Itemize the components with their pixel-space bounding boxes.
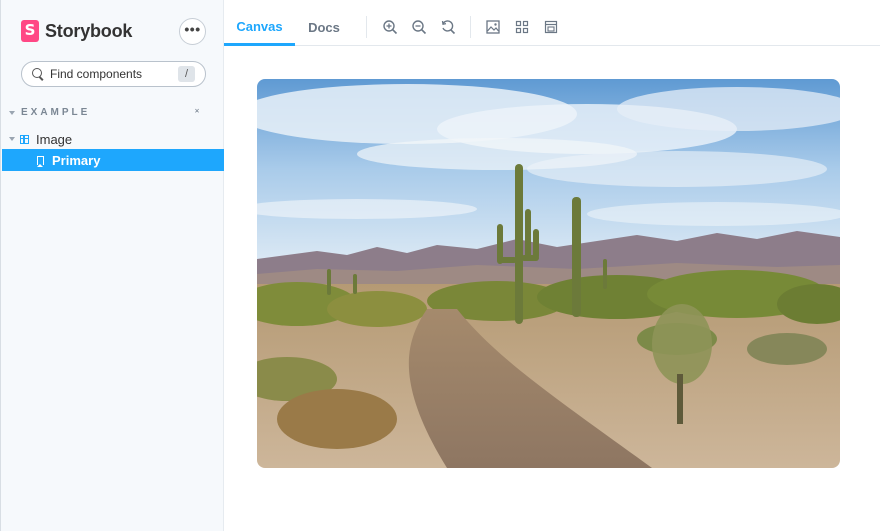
search-shortcut-key: / [178,66,195,82]
section-example[interactable]: EXAMPLE ⌄ ⌃ [9,104,209,119]
search-box[interactable]: / [21,61,206,87]
sidebar-item-label: Primary [52,152,101,168]
component-icon [20,134,29,144]
desert-landscape-image [257,79,840,468]
menu-button[interactable]: ••• [179,18,206,45]
zoom-reset-icon[interactable] [440,19,456,35]
brand[interactable]: Storybook [21,20,132,42]
brand-name: Storybook [45,20,133,41]
bookmark-icon [37,155,44,167]
storybook-logo-icon [21,20,39,42]
caret-down-icon [9,110,15,115]
search-icon [32,68,44,80]
toolbar-divider [470,16,471,38]
toolbar: Canvas Docs [224,8,880,46]
menu-dots-icon: ••• [184,20,201,37]
grid-icon[interactable] [514,19,530,35]
search-input[interactable] [50,67,180,81]
collapse-all-icon[interactable]: ⌄ ⌃ [192,104,202,119]
zoom-in-icon[interactable] [382,19,398,35]
zoom-out-icon[interactable] [411,19,427,35]
canvas-area [224,47,880,531]
sidebar-item-primary[interactable]: Primary [2,149,225,171]
sidebar-item-image[interactable]: Image [9,130,72,148]
tab-docs[interactable]: Docs [300,8,348,46]
viewport-icon[interactable] [543,19,559,35]
toolbar-divider [366,16,367,38]
background-icon[interactable] [485,19,501,35]
section-label: EXAMPLE [21,107,91,118]
caret-down-icon [9,137,15,141]
tab-canvas[interactable]: Canvas [224,8,295,46]
sidebar: Storybook ••• / EXAMPLE ⌄⌃ Image Primary [0,0,225,531]
sidebar-item-label: Image [36,131,73,147]
